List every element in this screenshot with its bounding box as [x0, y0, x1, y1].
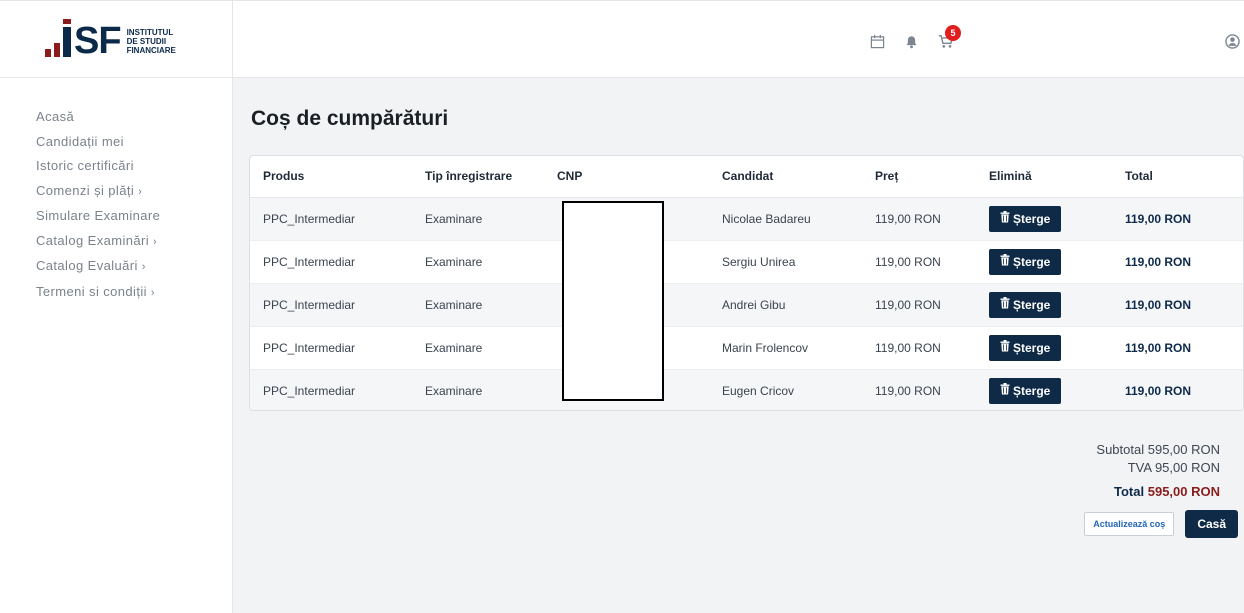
sidebar-item-candidatii-mei[interactable]: Candidații mei	[36, 130, 232, 155]
cell-pret: 119,00 RON	[862, 240, 976, 284]
cart-table: Produs Tip înregistrare CNP Candidat Pre…	[250, 156, 1243, 410]
sidebar-item-catalog-evaluari[interactable]: Catalog Evaluări ›	[36, 254, 232, 280]
cell-total: 119,00 RON	[1112, 240, 1243, 284]
cell-pret: 119,00 RON	[862, 369, 976, 410]
checkout-button[interactable]: Casă	[1185, 510, 1238, 538]
table-row: PPC_Intermediar Examinare Eugen Cricov 1…	[250, 369, 1243, 410]
col-header-cnp: CNP	[544, 156, 709, 198]
delete-button[interactable]: Șterge	[989, 248, 1062, 275]
trash-icon	[1000, 211, 1010, 226]
cell-candidat: Eugen Cricov	[709, 369, 862, 410]
logo-letters: SF	[74, 20, 122, 62]
cell-elimina: Șterge	[976, 240, 1112, 284]
sidebar-item-simulare-examinare[interactable]: Simulare Examinare	[36, 204, 232, 229]
cell-tip: Examinare	[412, 197, 544, 241]
delete-button[interactable]: Șterge	[989, 334, 1062, 361]
grand-total-line: Total 595,00 RON	[1114, 484, 1220, 499]
table-header-row: Produs Tip înregistrare CNP Candidat Pre…	[250, 156, 1243, 198]
cart-table-container: Produs Tip înregistrare CNP Candidat Pre…	[249, 155, 1244, 411]
table-row: PPC_Intermediar Examinare Nicolae Badare…	[250, 197, 1243, 241]
col-header-total: Total	[1112, 156, 1243, 198]
cell-tip: Examinare	[412, 283, 544, 327]
sidebar-item-termeni-si-conditii[interactable]: Termeni si condiții ›	[36, 280, 232, 306]
cell-pret: 119,00 RON	[862, 326, 976, 370]
cell-candidat: Marin Frolencov	[709, 326, 862, 370]
tva-line: TVA 95,00 RON	[1127, 460, 1220, 475]
cart-count-badge: 5	[945, 25, 961, 41]
cell-total: 119,00 RON	[1112, 369, 1243, 410]
table-row: PPC_Intermediar Examinare Andrei Gibu 11…	[250, 283, 1243, 327]
cell-produs: PPC_Intermediar	[250, 326, 412, 370]
trash-icon	[1000, 297, 1010, 312]
cell-produs: PPC_Intermediar	[250, 369, 412, 410]
col-header-produs: Produs	[250, 156, 412, 198]
cell-produs: PPC_Intermediar	[250, 240, 412, 284]
cell-candidat: Sergiu Unirea	[709, 240, 862, 284]
sidebar-item-istoric-certificari[interactable]: Istoric certificări	[36, 154, 232, 179]
cell-total: 119,00 RON	[1112, 326, 1243, 370]
trash-icon	[1000, 254, 1010, 269]
bell-icon[interactable]	[905, 35, 918, 53]
update-cart-button[interactable]: Actualizează coș	[1084, 512, 1175, 536]
cell-produs: PPC_Intermediar	[250, 197, 412, 241]
delete-button[interactable]: Șterge	[989, 205, 1062, 232]
cart-actions: Actualizează coș Casă	[1084, 510, 1238, 538]
chevron-right-icon: ›	[141, 261, 146, 273]
cell-total: 119,00 RON	[1112, 283, 1243, 327]
sidebar: Acasă Candidații mei Istoric certificări…	[0, 78, 233, 613]
cell-candidat: Nicolae Badareu	[709, 197, 862, 241]
trash-icon	[1000, 340, 1010, 355]
cell-elimina: Șterge	[976, 197, 1112, 241]
isf-logo[interactable]: SF INSTITUTUL DE STUDII FINANCIARE	[45, 19, 176, 62]
chevron-right-icon: ›	[153, 235, 158, 248]
cell-pret: 119,00 RON	[862, 197, 976, 241]
cart-icon[interactable]: 5	[938, 25, 961, 53]
cell-elimina: Șterge	[976, 369, 1112, 410]
cell-pret: 119,00 RON	[862, 283, 976, 327]
header-icons: 5	[870, 25, 961, 53]
cell-candidat: Andrei Gibu	[709, 283, 862, 327]
col-header-tip-inregistrare: Tip înregistrare	[412, 156, 544, 198]
table-row: PPC_Intermediar Examinare Marin Frolenco…	[250, 326, 1243, 370]
trash-icon	[1000, 383, 1010, 398]
order-summary: Subtotal 595,00 RON TVA 95,00 RON Total …	[1096, 441, 1220, 501]
cell-tip: Examinare	[412, 326, 544, 370]
col-header-pret: Preț	[862, 156, 976, 198]
chevron-right-icon: ›	[138, 185, 143, 198]
delete-button[interactable]: Șterge	[989, 291, 1062, 318]
sidebar-item-comenzi-si-plati[interactable]: Comenzi și plăți ›	[36, 179, 232, 205]
cell-produs: PPC_Intermediar	[250, 283, 412, 327]
sidebar-item-catalog-examinari[interactable]: Catalog Examinări ›	[36, 229, 232, 255]
cell-elimina: Șterge	[976, 326, 1112, 370]
logo-bars	[45, 19, 60, 57]
cell-tip: Examinare	[412, 240, 544, 284]
logo-area: SF INSTITUTUL DE STUDII FINANCIARE	[0, 1, 233, 79]
col-header-candidat: Candidat	[709, 156, 862, 198]
delete-button[interactable]: Șterge	[989, 377, 1062, 404]
user-icon[interactable]	[1225, 34, 1240, 53]
subtotal-line: Subtotal 595,00 RON	[1096, 442, 1220, 457]
cell-tip: Examinare	[412, 369, 544, 410]
cnp-redaction-box	[562, 201, 664, 401]
sidebar-item-acasa[interactable]: Acasă	[36, 105, 232, 130]
top-bar: SF INSTITUTUL DE STUDII FINANCIARE 5	[0, 0, 1244, 79]
chevron-right-icon: ›	[150, 286, 155, 299]
col-header-elimina: Elimină	[976, 156, 1112, 198]
cell-elimina: Șterge	[976, 283, 1112, 327]
table-row: PPC_Intermediar Examinare Sergiu Unirea …	[250, 240, 1243, 284]
cell-total: 119,00 RON	[1112, 197, 1243, 241]
page-title: Coș de cumpărături	[251, 107, 449, 130]
calendar-icon[interactable]	[870, 34, 885, 53]
logo-letter-i	[63, 19, 71, 57]
logo-subtitle: INSTITUTUL DE STUDII FINANCIARE	[126, 28, 176, 55]
